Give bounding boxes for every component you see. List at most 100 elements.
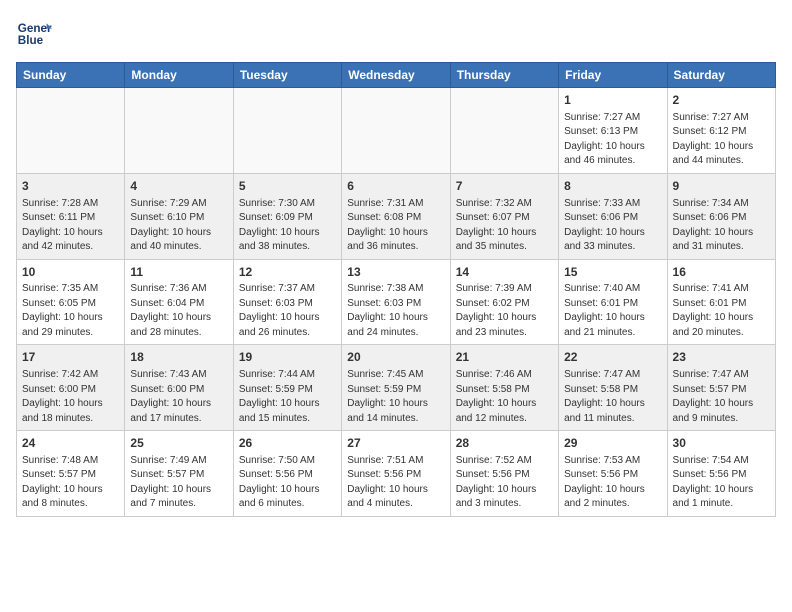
calendar-header: SundayMondayTuesdayWednesdayThursdayFrid… bbox=[17, 63, 776, 88]
calendar-cell: 29 Sunrise: 7:53 AM Sunset: 5:56 PM Dayli… bbox=[559, 431, 667, 517]
calendar-cell: 26Sunrise: 7:50 AM Sunset: 5:56 PM Dayli… bbox=[233, 431, 341, 517]
calendar-cell: 19 Sunrise: 7:44 AM Sunset: 5:59 PM Dayli… bbox=[233, 345, 341, 431]
weekday-header: Tuesday bbox=[233, 63, 341, 88]
day-number: 25 bbox=[130, 435, 227, 452]
day-info: Sunrise: 7:49 AM Sunset: 5:57 PM Dayligh… bbox=[130, 454, 227, 512]
day-info: Sunrise: 7:35 AM Sunset: 6:05 PM Dayligh… bbox=[22, 282, 119, 340]
day-info: Sunrise: 7:44 AM Sunset: 5:59 PM Dayligh… bbox=[239, 368, 336, 426]
calendar-week: 3 Sunrise: 7:28 AM Sunset: 6:11 PM Daylig… bbox=[17, 173, 776, 259]
calendar-cell: 5 Sunrise: 7:30 AM Sunset: 6:09 PM Daylig… bbox=[233, 173, 341, 259]
calendar-cell bbox=[125, 88, 233, 174]
calendar-cell: 15Sunrise: 7:40 AM Sunset: 6:01 PM Dayli… bbox=[559, 259, 667, 345]
logo-icon: General Blue bbox=[16, 16, 52, 52]
calendar-cell: 30 Sunrise: 7:54 AM Sunset: 5:56 PM Dayli… bbox=[667, 431, 775, 517]
day-info: Sunrise: 7:45 AM Sunset: 5:59 PM Dayligh… bbox=[347, 368, 444, 426]
calendar-cell: 1 Sunrise: 7:27 AM Sunset: 6:13 PM Daylig… bbox=[559, 88, 667, 174]
day-info: Sunrise: 7:27 AM Sunset: 6:12 PM Dayligh… bbox=[673, 111, 770, 169]
day-number: 29 bbox=[564, 435, 661, 452]
day-number: 6 bbox=[347, 178, 444, 195]
day-info: Sunrise: 7:53 AM Sunset: 5:56 PM Dayligh… bbox=[564, 454, 661, 512]
calendar-cell: 22 Sunrise: 7:47 AM Sunset: 5:58 PM Dayli… bbox=[559, 345, 667, 431]
day-info: Sunrise: 7:36 AM Sunset: 6:04 PM Dayligh… bbox=[130, 282, 227, 340]
calendar-cell bbox=[450, 88, 558, 174]
calendar-cell: 27 Sunrise: 7:51 AM Sunset: 5:56 PM Dayli… bbox=[342, 431, 450, 517]
day-number: 11 bbox=[130, 264, 227, 281]
calendar-cell: 21Sunrise: 7:46 AM Sunset: 5:58 PM Dayli… bbox=[450, 345, 558, 431]
day-number: 23 bbox=[673, 349, 770, 366]
day-number: 16 bbox=[673, 264, 770, 281]
day-info: Sunrise: 7:54 AM Sunset: 5:56 PM Dayligh… bbox=[673, 454, 770, 512]
calendar-table: SundayMondayTuesdayWednesdayThursdayFrid… bbox=[16, 62, 776, 517]
day-number: 19 bbox=[239, 349, 336, 366]
calendar-cell: 8 Sunrise: 7:33 AM Sunset: 6:06 PM Daylig… bbox=[559, 173, 667, 259]
calendar-week: 24 Sunrise: 7:48 AM Sunset: 5:57 PM Dayli… bbox=[17, 431, 776, 517]
page-header: General Blue bbox=[16, 16, 776, 52]
calendar-cell bbox=[17, 88, 125, 174]
day-info: Sunrise: 7:29 AM Sunset: 6:10 PM Dayligh… bbox=[130, 197, 227, 255]
day-info: Sunrise: 7:33 AM Sunset: 6:06 PM Dayligh… bbox=[564, 197, 661, 255]
day-number: 10 bbox=[22, 264, 119, 281]
day-number: 2 bbox=[673, 92, 770, 109]
weekday-header: Saturday bbox=[667, 63, 775, 88]
calendar-cell: 3 Sunrise: 7:28 AM Sunset: 6:11 PM Daylig… bbox=[17, 173, 125, 259]
calendar-cell: 2 Sunrise: 7:27 AM Sunset: 6:12 PM Daylig… bbox=[667, 88, 775, 174]
calendar-cell: 16Sunrise: 7:41 AM Sunset: 6:01 PM Dayli… bbox=[667, 259, 775, 345]
day-number: 21 bbox=[456, 349, 553, 366]
weekday-header: Wednesday bbox=[342, 63, 450, 88]
logo: General Blue bbox=[16, 16, 52, 52]
calendar-cell: 12Sunrise: 7:37 AM Sunset: 6:03 PM Dayli… bbox=[233, 259, 341, 345]
calendar-cell: 28Sunrise: 7:52 AM Sunset: 5:56 PM Dayli… bbox=[450, 431, 558, 517]
day-info: Sunrise: 7:47 AM Sunset: 5:57 PM Dayligh… bbox=[673, 368, 770, 426]
day-number: 8 bbox=[564, 178, 661, 195]
calendar-cell bbox=[342, 88, 450, 174]
weekday-header: Thursday bbox=[450, 63, 558, 88]
calendar-cell: 18 Sunrise: 7:43 AM Sunset: 6:00 PM Dayli… bbox=[125, 345, 233, 431]
day-info: Sunrise: 7:31 AM Sunset: 6:08 PM Dayligh… bbox=[347, 197, 444, 255]
calendar-cell: 7 Sunrise: 7:32 AM Sunset: 6:07 PM Daylig… bbox=[450, 173, 558, 259]
svg-text:Blue: Blue bbox=[18, 34, 44, 47]
day-number: 18 bbox=[130, 349, 227, 366]
day-info: Sunrise: 7:51 AM Sunset: 5:56 PM Dayligh… bbox=[347, 454, 444, 512]
day-info: Sunrise: 7:47 AM Sunset: 5:58 PM Dayligh… bbox=[564, 368, 661, 426]
day-info: Sunrise: 7:27 AM Sunset: 6:13 PM Dayligh… bbox=[564, 111, 661, 169]
day-number: 20 bbox=[347, 349, 444, 366]
day-info: Sunrise: 7:34 AM Sunset: 6:06 PM Dayligh… bbox=[673, 197, 770, 255]
calendar-week: 17 Sunrise: 7:42 AM Sunset: 6:00 PM Dayli… bbox=[17, 345, 776, 431]
calendar-cell: 25 Sunrise: 7:49 AM Sunset: 5:57 PM Dayli… bbox=[125, 431, 233, 517]
weekday-header: Sunday bbox=[17, 63, 125, 88]
calendar-cell: 23 Sunrise: 7:47 AM Sunset: 5:57 PM Dayli… bbox=[667, 345, 775, 431]
day-info: Sunrise: 7:28 AM Sunset: 6:11 PM Dayligh… bbox=[22, 197, 119, 255]
day-number: 5 bbox=[239, 178, 336, 195]
day-number: 4 bbox=[130, 178, 227, 195]
day-info: Sunrise: 7:43 AM Sunset: 6:00 PM Dayligh… bbox=[130, 368, 227, 426]
day-number: 7 bbox=[456, 178, 553, 195]
day-info: Sunrise: 7:38 AM Sunset: 6:03 PM Dayligh… bbox=[347, 282, 444, 340]
calendar-cell: 17 Sunrise: 7:42 AM Sunset: 6:00 PM Dayli… bbox=[17, 345, 125, 431]
day-info: Sunrise: 7:42 AM Sunset: 6:00 PM Dayligh… bbox=[22, 368, 119, 426]
day-info: Sunrise: 7:30 AM Sunset: 6:09 PM Dayligh… bbox=[239, 197, 336, 255]
calendar-cell: 14Sunrise: 7:39 AM Sunset: 6:02 PM Dayli… bbox=[450, 259, 558, 345]
day-number: 1 bbox=[564, 92, 661, 109]
day-number: 26 bbox=[239, 435, 336, 452]
day-number: 12 bbox=[239, 264, 336, 281]
day-number: 13 bbox=[347, 264, 444, 281]
calendar-week: 10Sunrise: 7:35 AM Sunset: 6:05 PM Dayli… bbox=[17, 259, 776, 345]
calendar-cell: 13Sunrise: 7:38 AM Sunset: 6:03 PM Dayli… bbox=[342, 259, 450, 345]
day-info: Sunrise: 7:41 AM Sunset: 6:01 PM Dayligh… bbox=[673, 282, 770, 340]
day-number: 3 bbox=[22, 178, 119, 195]
weekday-header: Friday bbox=[559, 63, 667, 88]
day-info: Sunrise: 7:40 AM Sunset: 6:01 PM Dayligh… bbox=[564, 282, 661, 340]
day-info: Sunrise: 7:39 AM Sunset: 6:02 PM Dayligh… bbox=[456, 282, 553, 340]
day-number: 24 bbox=[22, 435, 119, 452]
day-number: 22 bbox=[564, 349, 661, 366]
day-info: Sunrise: 7:52 AM Sunset: 5:56 PM Dayligh… bbox=[456, 454, 553, 512]
calendar-cell: 6 Sunrise: 7:31 AM Sunset: 6:08 PM Daylig… bbox=[342, 173, 450, 259]
day-info: Sunrise: 7:48 AM Sunset: 5:57 PM Dayligh… bbox=[22, 454, 119, 512]
calendar-cell: 11Sunrise: 7:36 AM Sunset: 6:04 PM Dayli… bbox=[125, 259, 233, 345]
day-info: Sunrise: 7:32 AM Sunset: 6:07 PM Dayligh… bbox=[456, 197, 553, 255]
weekday-header: Monday bbox=[125, 63, 233, 88]
calendar-cell: 20 Sunrise: 7:45 AM Sunset: 5:59 PM Dayli… bbox=[342, 345, 450, 431]
day-number: 30 bbox=[673, 435, 770, 452]
day-number: 17 bbox=[22, 349, 119, 366]
day-number: 27 bbox=[347, 435, 444, 452]
